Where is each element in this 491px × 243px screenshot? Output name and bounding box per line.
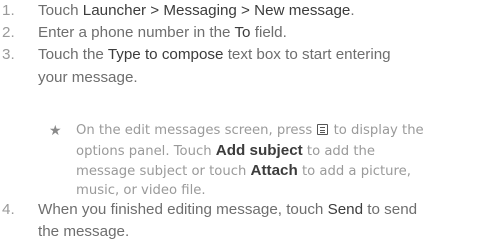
tip-line-3: message subject or touch Attach to add a…: [76, 161, 411, 182]
ui-term-attach: Attach: [250, 162, 298, 179]
step-text-plain: .: [350, 2, 355, 19]
tip-text: to display the: [329, 123, 424, 138]
step-number: 4.: [2, 201, 15, 218]
tip-line-4: music, or video file.: [76, 183, 206, 198]
step-text-plain: Touch: [38, 2, 83, 19]
star-icon: ★: [49, 123, 62, 139]
step-number: 1.: [2, 2, 15, 19]
ui-term-type-to-compose: Type to compose: [107, 46, 224, 63]
step-text-plain: When you finished editing message, touch: [38, 201, 328, 218]
step-text-plain: to send: [363, 201, 418, 218]
step-text-plain: Enter a phone number in the: [38, 24, 235, 41]
step-text: Enter a phone number in the To field.: [38, 22, 485, 44]
tip-line-2: options panel. Touch Add subject to add …: [76, 141, 375, 162]
step-text-plain: Touch the: [38, 46, 108, 63]
step-text-continuation: the message.: [38, 223, 130, 240]
tip-text: to add a picture,: [297, 164, 411, 179]
instruction-document: 1. Touch Launcher > Messaging > New mess…: [0, 0, 491, 243]
step-number: 2.: [2, 24, 15, 41]
ui-term-send: Send: [327, 201, 364, 218]
tip-line-1: On the edit messages screen, press to di…: [76, 121, 424, 141]
step-text-plain: text box to start entering: [223, 46, 391, 63]
menu-icon: [317, 124, 329, 135]
step-text-continuation: your message.: [38, 69, 138, 86]
tip-text: options panel. Touch: [76, 144, 216, 159]
step-text: When you finished editing message, touch…: [38, 199, 485, 221]
ui-term-add-subject: Add subject: [215, 142, 303, 159]
tip-text: message subject or touch: [76, 164, 251, 179]
step-text-plain: field.: [250, 24, 287, 41]
step-text: Touch the Type to compose text box to st…: [38, 44, 485, 66]
ui-term-to: To: [234, 24, 251, 41]
step-number: 3.: [2, 46, 15, 63]
ui-path: Launcher > Messaging > New message: [82, 2, 351, 19]
tip-text: On the edit messages screen, press: [76, 123, 317, 138]
tip-text: to add the: [302, 144, 375, 159]
step-text: Touch Launcher > Messaging > New message…: [38, 0, 485, 22]
